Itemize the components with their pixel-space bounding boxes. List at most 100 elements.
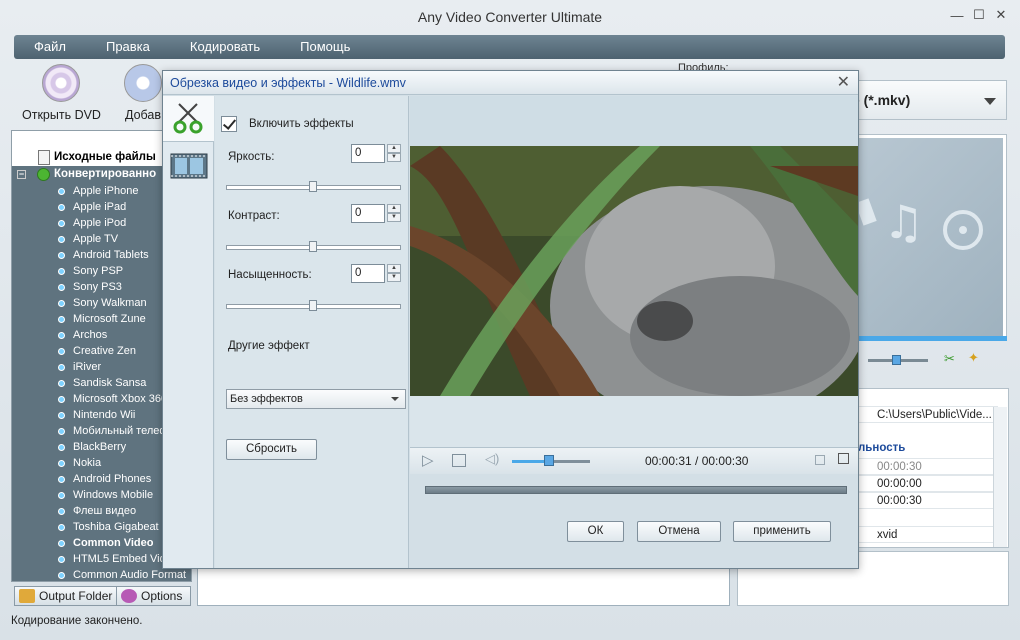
- tree-item-label: Nintendo Wii: [73, 409, 136, 421]
- video-area-top: [410, 96, 858, 146]
- tree-item-label: BlackBerry: [73, 441, 127, 453]
- props-scrollbar[interactable]: [993, 407, 1007, 547]
- enable-effects-checkbox[interactable]: [221, 116, 237, 132]
- tree-item-label: Apple iPhone: [73, 185, 139, 197]
- brightness-value[interactable]: 0: [351, 144, 385, 163]
- tree-item-label: Windows Mobile: [73, 489, 154, 501]
- saturation-value[interactable]: 0: [351, 264, 385, 283]
- tab-effects[interactable]: [163, 144, 214, 190]
- fullscreen-icon[interactable]: [838, 453, 849, 464]
- device-bullet-icon: [58, 396, 65, 403]
- saturation-slider-thumb[interactable]: [309, 300, 317, 311]
- spin-down-icon[interactable]: ▼: [387, 273, 401, 282]
- volume-slider-thumb[interactable]: [544, 455, 554, 466]
- device-bullet-icon: [58, 332, 65, 339]
- tree-item-label: Archos: [73, 329, 108, 341]
- device-bullet-icon: [58, 380, 65, 387]
- tab-trim[interactable]: [163, 96, 214, 142]
- status-text: Кодирование закончено.: [11, 615, 143, 627]
- prop-path[interactable]: C:\Users\Public\Vide...: [858, 406, 998, 423]
- maximize-icon[interactable]: ☐: [970, 6, 988, 24]
- prop-duration: 00:00:30: [858, 458, 998, 475]
- dialog-titlebar: Обрезка видео и эффекты - Wildlife.wmv ✕: [163, 71, 858, 95]
- close-icon[interactable]: ✕: [992, 6, 1010, 24]
- open-dvd-button[interactable]: Открыть DVD: [22, 64, 101, 122]
- trim-timeline[interactable]: [425, 486, 847, 494]
- menu-file[interactable]: Файл: [14, 35, 86, 59]
- options-button[interactable]: Options: [116, 586, 192, 606]
- cancel-button[interactable]: Отмена: [637, 521, 721, 542]
- tree-item-label: Sandisk Sansa: [73, 377, 147, 389]
- tree-item[interactable]: Common Audio Format: [12, 567, 191, 583]
- preview-controls: ✂ ✦: [858, 350, 1008, 370]
- brightness-slider[interactable]: [226, 181, 401, 192]
- window-controls: — ☐ ✕: [948, 6, 1010, 24]
- tree-item-label: Sony Walkman: [73, 297, 147, 309]
- close-icon[interactable]: ✕: [837, 71, 850, 95]
- prop-start-time[interactable]: 00:00:00: [858, 475, 998, 492]
- brightness-slider-thumb[interactable]: [309, 181, 317, 192]
- volume-icon[interactable]: ◁): [485, 451, 499, 467]
- contrast-value[interactable]: 0: [351, 204, 385, 223]
- magic-wand-icon[interactable]: ✦: [968, 350, 979, 366]
- output-folder-button[interactable]: Output Folder: [14, 586, 122, 606]
- film-icon: [170, 153, 208, 179]
- contrast-label: Контраст:: [228, 210, 280, 222]
- folder-icon: [19, 589, 35, 603]
- contrast-slider-thumb[interactable]: [309, 241, 317, 252]
- converted-icon: [37, 168, 50, 181]
- volume-thumb[interactable]: [892, 355, 901, 365]
- other-effects-label: Другие эффект: [228, 340, 310, 352]
- add-video-label: Добав: [124, 108, 162, 122]
- trim-effects-dialog: Обрезка видео и эффекты - Wildlife.wmv ✕…: [162, 70, 859, 569]
- stop-icon[interactable]: [452, 454, 466, 467]
- menu-help[interactable]: Помощь: [280, 35, 370, 59]
- apply-button[interactable]: применить: [733, 521, 831, 542]
- spin-up-icon[interactable]: ▲: [387, 264, 401, 273]
- saturation-slider[interactable]: [226, 300, 401, 311]
- saturation-spinner[interactable]: 0 ▲ ▼: [351, 264, 401, 283]
- spin-down-icon[interactable]: ▼: [387, 213, 401, 222]
- reset-button[interactable]: Сбросить: [226, 439, 317, 460]
- device-bullet-icon: [58, 188, 65, 195]
- device-bullet-icon: [58, 252, 65, 259]
- tree-item-label: Nokia: [73, 457, 102, 469]
- add-video-button[interactable]: Добав: [124, 64, 162, 122]
- device-bullet-icon: [58, 556, 65, 563]
- file-icon: [38, 150, 50, 165]
- tree-item-label: Android Phones: [73, 473, 152, 485]
- prop-codec[interactable]: xvid: [858, 526, 998, 543]
- spin-down-icon[interactable]: ▼: [387, 153, 401, 162]
- tree-item-label: Microsoft Xbox 360: [73, 393, 168, 405]
- spin-up-icon[interactable]: ▲: [387, 204, 401, 213]
- spin-up-icon[interactable]: ▲: [387, 144, 401, 153]
- tree-item-label: Sony PS3: [73, 281, 122, 293]
- scissors-icon: [173, 103, 203, 134]
- menu-encode[interactable]: Кодировать: [170, 35, 280, 59]
- device-bullet-icon: [58, 540, 65, 547]
- expand-icon[interactable]: −: [17, 170, 26, 179]
- prop-section-duration: льность: [858, 442, 906, 454]
- menu-bar: Файл Правка Кодировать Помощь: [14, 35, 1005, 59]
- menu-edit[interactable]: Правка: [86, 35, 170, 59]
- player-controls: ▷ ◁) 00:00:31 / 00:00:30: [410, 447, 858, 474]
- tree-item-label: Apple TV: [73, 233, 119, 245]
- tree-item-label: Creative Zen: [73, 345, 136, 357]
- device-bullet-icon: [58, 220, 65, 227]
- device-bullet-icon: [58, 348, 65, 355]
- device-bullet-icon: [58, 204, 65, 211]
- ok-button[interactable]: ОК: [567, 521, 624, 542]
- scissors-icon[interactable]: ✂: [944, 351, 955, 367]
- device-bullet-icon: [58, 300, 65, 307]
- file-list-area[interactable]: [197, 564, 730, 606]
- contrast-spinner[interactable]: 0 ▲ ▼: [351, 204, 401, 223]
- contrast-slider[interactable]: [226, 241, 401, 252]
- minimize-icon[interactable]: —: [948, 6, 966, 24]
- gear-icon: [121, 589, 137, 603]
- prop-end-time[interactable]: 00:00:30: [858, 492, 998, 509]
- snapshot-icon[interactable]: [815, 455, 825, 465]
- other-effects-select[interactable]: Без эффектов: [226, 389, 406, 409]
- play-icon[interactable]: ▷: [422, 451, 434, 469]
- brightness-spinner[interactable]: 0 ▲ ▼: [351, 144, 401, 163]
- tree-item-label: Common Video: [73, 537, 154, 549]
